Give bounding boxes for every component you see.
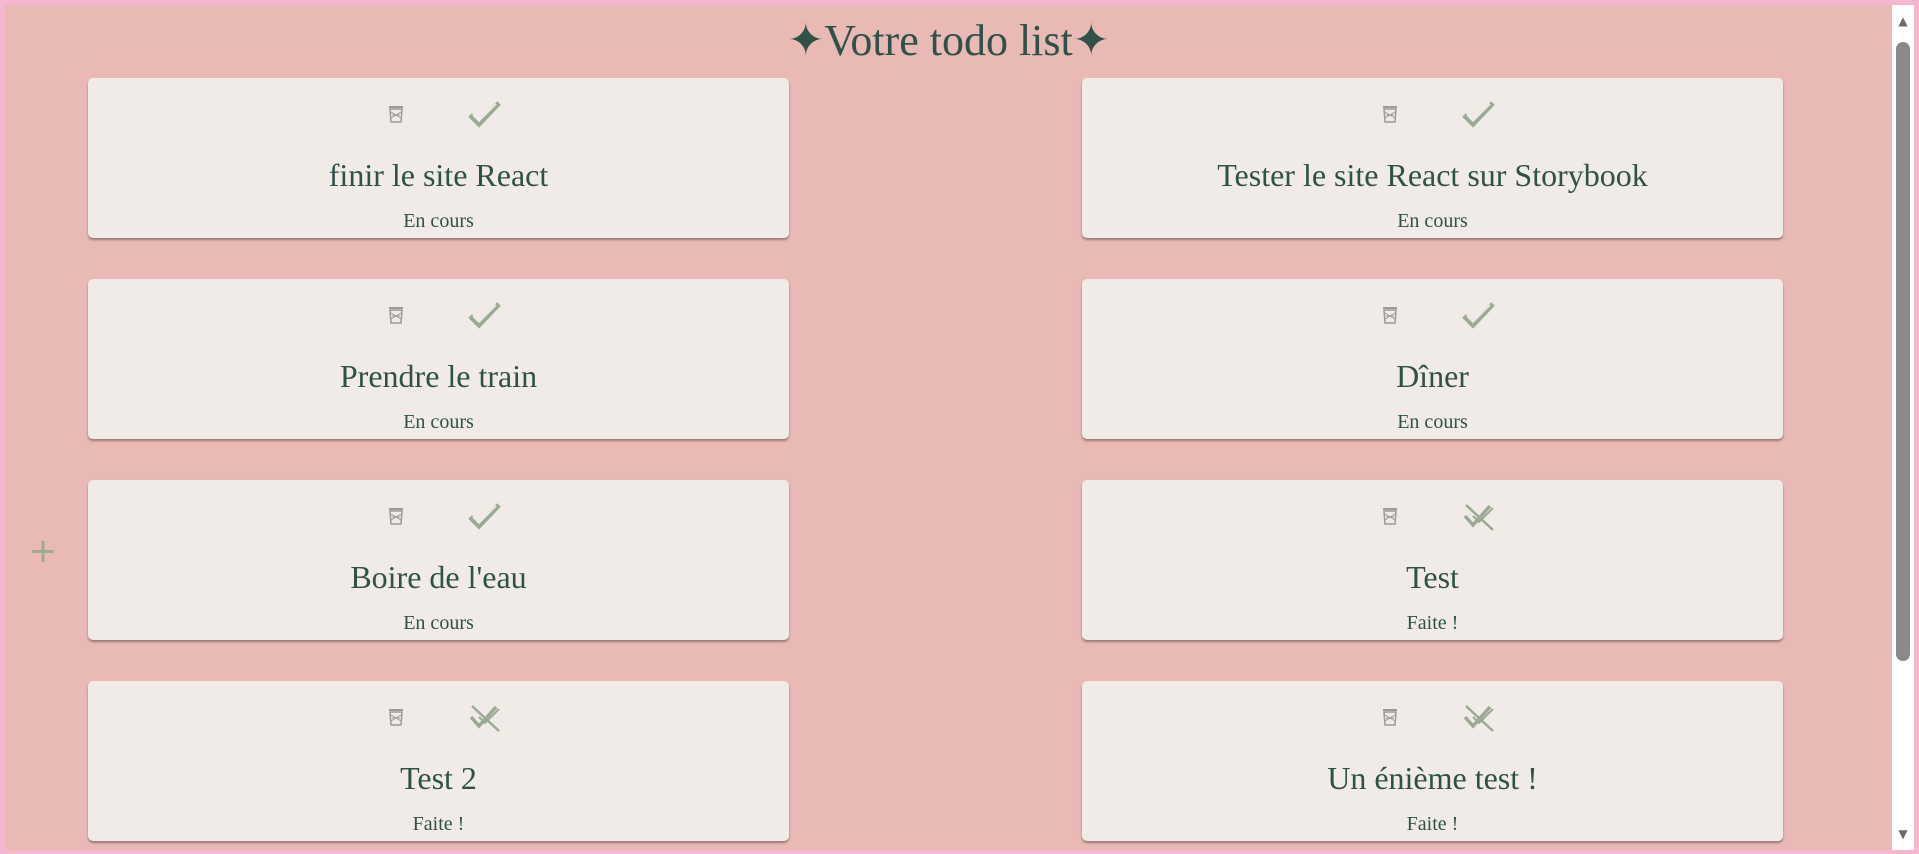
todo-card: Test Faite ! xyxy=(1082,480,1783,640)
todo-title: Prendre le train xyxy=(339,358,538,394)
trash-icon[interactable] xyxy=(1376,100,1404,128)
check-icon[interactable] xyxy=(465,498,505,534)
todo-page: ✦Votre todo list✦ + finir le site React … xyxy=(5,5,1892,850)
todo-title: Boire de l'eau xyxy=(350,559,527,595)
check-icon[interactable] xyxy=(1459,297,1499,333)
card-actions xyxy=(88,498,789,538)
page-title: ✦Votre todo list✦ xyxy=(787,16,1110,65)
card-actions xyxy=(88,96,789,136)
trash-icon[interactable] xyxy=(382,301,410,329)
trash-icon[interactable] xyxy=(382,703,410,731)
check-icon[interactable] xyxy=(465,297,505,333)
scroll-up-arrow-icon[interactable]: ▲ xyxy=(1892,11,1914,31)
trash-icon[interactable] xyxy=(1376,502,1404,530)
todo-status: En cours xyxy=(403,411,474,433)
todo-status: En cours xyxy=(1397,411,1468,433)
todo-status: En cours xyxy=(403,612,474,634)
check-icon[interactable] xyxy=(1459,96,1499,132)
card-actions xyxy=(88,699,789,739)
scrollbar-thumb[interactable] xyxy=(1896,42,1910,661)
todo-card: Tester le site React sur Storybook En co… xyxy=(1082,78,1783,238)
trash-icon[interactable] xyxy=(382,502,410,530)
todo-card: finir le site React En cours xyxy=(88,78,789,238)
todo-status: Faite ! xyxy=(412,813,465,835)
todo-title: Un énième test ! xyxy=(1327,760,1538,796)
trash-icon[interactable] xyxy=(1376,301,1404,329)
todo-status: Faite ! xyxy=(1406,813,1459,835)
card-actions xyxy=(1082,498,1783,538)
uncheck-icon[interactable] xyxy=(1459,498,1499,534)
card-actions xyxy=(1082,297,1783,337)
todo-card: Un énième test ! Faite ! xyxy=(1082,681,1783,841)
todo-status: En cours xyxy=(403,210,474,232)
todo-title: Tester le site React sur Storybook xyxy=(1217,157,1648,193)
todo-card: Test 2 Faite ! xyxy=(88,681,789,841)
uncheck-icon[interactable] xyxy=(1459,699,1499,735)
trash-icon[interactable] xyxy=(382,100,410,128)
scroll-down-arrow-icon[interactable]: ▼ xyxy=(1892,824,1914,844)
card-actions xyxy=(1082,96,1783,136)
todo-status: Faite ! xyxy=(1406,612,1459,634)
todo-title: finir le site React xyxy=(328,157,549,193)
todo-card: Prendre le train En cours xyxy=(88,279,789,439)
todo-card: Dîner En cours xyxy=(1082,279,1783,439)
uncheck-icon[interactable] xyxy=(465,699,505,735)
check-icon[interactable] xyxy=(465,96,505,132)
trash-icon[interactable] xyxy=(1376,703,1404,731)
todo-title: Test xyxy=(1406,559,1459,595)
card-actions xyxy=(1082,699,1783,739)
card-actions xyxy=(88,297,789,337)
todo-title: Test 2 xyxy=(400,760,477,796)
add-todo-button[interactable]: + xyxy=(28,533,58,569)
todo-status: En cours xyxy=(1397,210,1468,232)
todo-title: Dîner xyxy=(1396,358,1469,394)
todo-card: Boire de l'eau En cours xyxy=(88,480,789,640)
vertical-scrollbar[interactable]: ▲ ▼ xyxy=(1892,5,1914,850)
